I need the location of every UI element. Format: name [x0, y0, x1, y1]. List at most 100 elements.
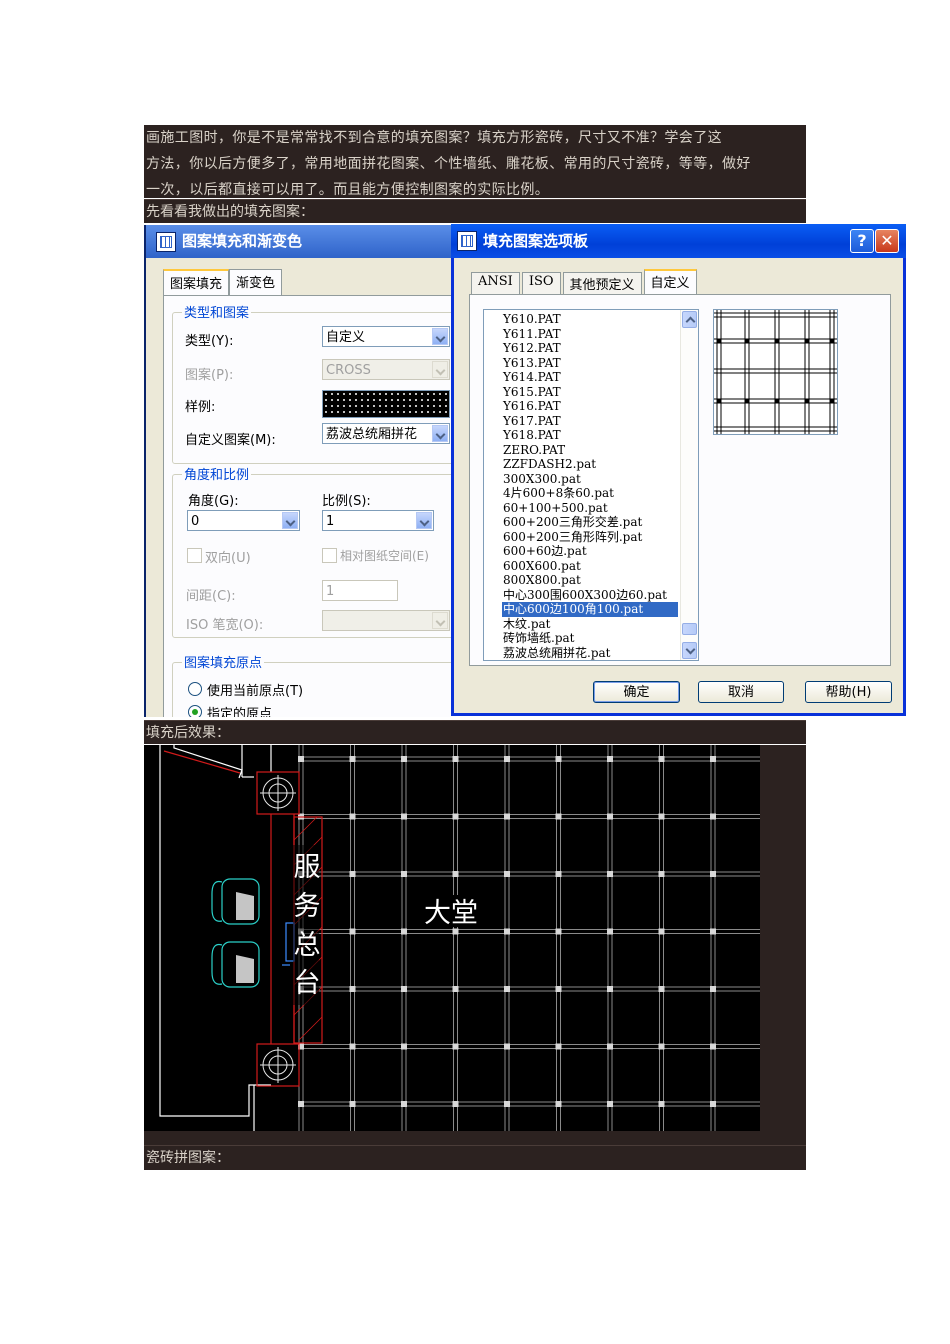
pattern-list-item[interactable]: ZZFDASH2.pat [502, 457, 678, 472]
pattern-list-item[interactable]: Y613.PAT [502, 356, 678, 371]
room-label: 大堂 [424, 898, 478, 929]
angle-combo[interactable]: 0 [187, 510, 300, 531]
origin-specified-radio[interactable] [188, 705, 202, 717]
relative-paperspace-checkbox[interactable] [322, 548, 337, 563]
pattern-list-item[interactable]: 中心300围600X300边60.pat [502, 588, 678, 603]
spacing-input[interactable]: 1 [322, 580, 398, 601]
angle-value: 0 [191, 514, 200, 529]
pattern-list-item[interactable]: Y616.PAT [502, 399, 678, 414]
iso-pen-width-label: ISO 笔宽(O): [186, 618, 264, 633]
pattern-list-item[interactable]: 600X600.pat [502, 559, 678, 574]
autocad-app-icon [156, 231, 176, 252]
cad-floorplan: 服 务 总 台 大堂 [159, 745, 760, 1131]
pattern-list-item[interactable]: Y610.PAT [502, 312, 678, 327]
origin-current-radio[interactable] [188, 682, 202, 696]
tab-gradient[interactable]: 渐变色 [229, 269, 283, 296]
pattern-list-item[interactable]: 木纹.pat [502, 617, 678, 632]
scale-value: 1 [326, 514, 335, 529]
autocad-app-icon [457, 231, 477, 251]
desk-label-1: 服 [294, 852, 321, 883]
scale-label: 比例(S): [322, 494, 371, 509]
pattern-list-item[interactable]: 中心600边100角100.pat [502, 602, 678, 617]
pattern-value: CROSS [326, 363, 371, 378]
pattern-list-item[interactable]: 600+200三角形阵列.pat [502, 530, 678, 545]
tab-iso[interactable]: ISO [521, 272, 561, 294]
chevron-down-icon[interactable] [416, 512, 432, 529]
angle-label: 角度(G): [188, 494, 239, 509]
caption-next: 瓷砖拼图案： [144, 1145, 806, 1170]
scroll-down-icon[interactable] [682, 642, 697, 659]
ok-button[interactable]: 确定 [593, 681, 680, 703]
pattern-list-item[interactable]: ZERO.PAT [502, 443, 678, 458]
intro-line-1: 画施工图时，你是不是常常找不到合意的填充图案？填充方形瓷砖，尺寸又不准？学会了这 [146, 130, 722, 146]
custom-pattern-label: 自定义图案(M): [185, 433, 276, 448]
hatch-dialog-titlebar[interactable]: 图案填充和渐变色 [146, 225, 456, 258]
custom-pattern-combo[interactable]: 荔波总统厢拼花 [322, 423, 450, 444]
intro-paragraph: 画施工图时，你是不是常常找不到合意的填充图案？填充方形瓷砖，尺寸又不准？学会了这… [144, 125, 806, 198]
scroll-up-icon[interactable] [682, 311, 697, 328]
angle-scale-group-title: 角度和比例 [182, 464, 252, 483]
chevron-down-icon[interactable] [432, 612, 448, 629]
sample-label: 样例: [185, 400, 216, 415]
double-label: 双向(U) [205, 551, 251, 566]
pattern-list-item[interactable]: Y611.PAT [502, 327, 678, 342]
desk-label-2: 务 [294, 891, 321, 922]
tab-custom[interactable]: 自定义 [643, 269, 697, 295]
origin-current-label: 使用当前原点(T) [207, 684, 304, 699]
scroll-thumb[interactable] [682, 623, 697, 635]
pattern-listbox[interactable]: Y610.PAT Y611.PAT Y612.PAT Y613.PAT Y614.PAT… [483, 309, 699, 661]
help-icon[interactable]: ? [850, 229, 874, 253]
pattern-preview [713, 309, 838, 435]
type-combo[interactable]: 自定义 [322, 326, 450, 347]
palette-titlebar[interactable]: 填充图案选项板 [451, 224, 906, 258]
custom-pattern-value: 荔波总统厢拼花 [326, 427, 418, 442]
pattern-list-item[interactable]: Y615.PAT [502, 385, 678, 400]
pattern-list-item[interactable]: 砖饰墙纸.pat [502, 631, 678, 646]
pattern-list: Y610.PAT Y611.PAT Y612.PAT Y613.PAT Y614.PAT… [502, 312, 678, 660]
iso-pen-width-combo[interactable] [322, 610, 450, 631]
list-scrollbar[interactable] [680, 310, 698, 660]
relative-paperspace-label: 相对图纸空间(E) [340, 549, 429, 563]
pattern-list-item[interactable]: 60+100+500.pat [502, 501, 678, 516]
chevron-down-icon[interactable] [432, 328, 448, 345]
chevron-down-icon[interactable] [282, 512, 298, 529]
cad-drawing: 服 务 总 台 大堂 [144, 745, 760, 1131]
pattern-list-item[interactable]: Y614.PAT [502, 370, 678, 385]
caption-after: 填充后效果： [144, 720, 806, 744]
intro-line-2: 方法，你以后方便多了，常用地面拼花图案、个性墙纸、雕花板、常用的尺寸瓷砖，等等，… [146, 156, 751, 172]
pattern-list-item[interactable]: 4片600+8条60.pat [502, 486, 678, 501]
tab-ansi[interactable]: ANSI [471, 272, 520, 294]
pattern-list-item[interactable]: 600+200三角形交差.pat [502, 515, 678, 530]
tab-hatch[interactable]: 图案填充 [163, 269, 230, 296]
hatch-pattern-palette-dialog: 填充图案选项板 ? ✕ ANSI ISO 其他预定义 自定义 Y610.PAT Y… [451, 224, 906, 716]
close-icon[interactable]: ✕ [875, 229, 899, 253]
pattern-list-item[interactable]: Y612.PAT [502, 341, 678, 356]
scale-combo[interactable]: 1 [322, 510, 434, 531]
pattern-list-item[interactable]: 800X800.pat [502, 573, 678, 588]
help-button[interactable]: 帮助(H) [805, 681, 892, 703]
pattern-preview-graphic [714, 310, 837, 434]
spacing-label: 间距(C): [186, 589, 236, 604]
pattern-list-item[interactable]: Y618.PAT [502, 428, 678, 443]
tab-other-predefined[interactable]: 其他预定义 [562, 272, 642, 294]
cancel-button[interactable]: 取消 [698, 681, 784, 703]
chevron-down-icon[interactable] [432, 425, 448, 442]
caption-before: 先看看我做出的填充图案： [144, 199, 806, 223]
custom-tab-panel: Y610.PAT Y611.PAT Y612.PAT Y613.PAT Y614.PAT… [469, 294, 891, 666]
cad-frame-right [760, 745, 806, 1145]
pattern-combo[interactable]: CROSS [322, 359, 450, 380]
double-checkbox[interactable] [187, 548, 202, 563]
pattern-label: 图案(P): [185, 368, 234, 383]
pattern-list-item[interactable]: 300X300.pat [502, 472, 678, 487]
type-value: 自定义 [326, 330, 366, 345]
pattern-sample-swatch[interactable] [322, 390, 450, 418]
chevron-down-icon[interactable] [432, 361, 448, 378]
spacing-value: 1 [326, 584, 335, 599]
desk-label-3: 总 [294, 930, 321, 961]
pattern-list-item[interactable]: 600+60边.pat [502, 544, 678, 559]
pattern-list-item[interactable]: 荔波总统厢拼花.pat [502, 646, 678, 661]
hatch-gradient-dialog: 图案填充和渐变色 图案填充 渐变色 类型和图案 类型(Y): 自定义 图案(P)… [144, 225, 456, 717]
pattern-list-item[interactable]: Y617.PAT [502, 414, 678, 429]
cad-frame-bottom [144, 1131, 760, 1145]
type-pattern-group-title: 类型和图案 [182, 302, 252, 321]
